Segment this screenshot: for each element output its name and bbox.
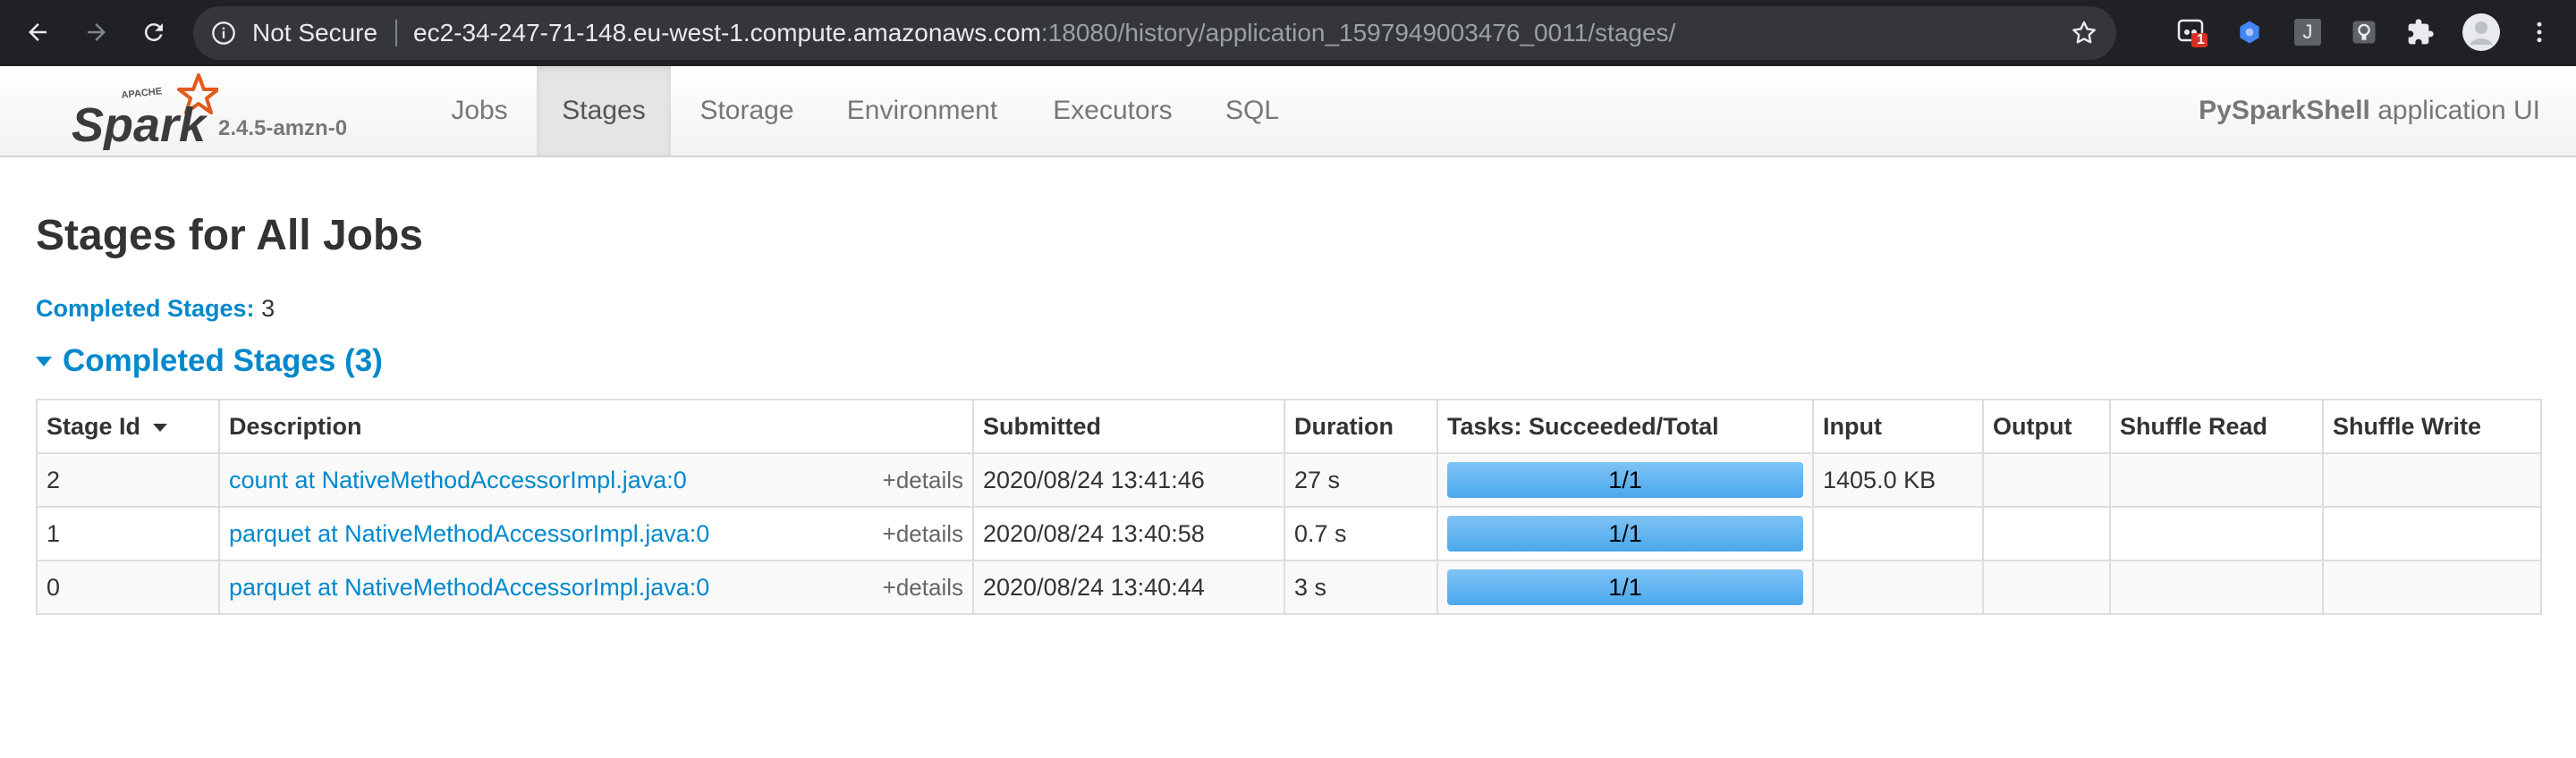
spark-navbar: APACHE Spark 2.4.5-amzn-0 Jobs Stages St… [0, 66, 2576, 157]
page-title: Stages for All Jobs [36, 212, 423, 259]
extension-j-letter: J [2294, 19, 2321, 46]
url-text[interactable]: ec2-34-247-71-148.eu-west-1.compute.amaz… [413, 19, 1675, 47]
input-cell [1812, 560, 1984, 615]
table-row: 2 count at NativeMethodAccessorImpl.java… [36, 452, 2542, 508]
completed-summary-link[interactable]: Completed Stages: [36, 295, 255, 322]
details-toggle[interactable]: +details [883, 574, 963, 602]
description-cell: parquet at NativeMethodAccessorImpl.java… [218, 506, 974, 561]
browser-toolbar: Not Secure ec2-34-247-71-148.eu-west-1.c… [0, 0, 2576, 66]
stage-description-link[interactable]: parquet at NativeMethodAccessorImpl.java… [229, 520, 709, 547]
duration-cell: 27 s [1284, 452, 1438, 508]
submitted-cell: 2020/08/24 13:40:44 [972, 560, 1285, 615]
details-toggle[interactable]: +details [883, 467, 963, 494]
col-shuffle-write[interactable]: Shuffle Write [2322, 399, 2542, 454]
address-bar[interactable]: Not Secure ec2-34-247-71-148.eu-west-1.c… [193, 6, 2116, 60]
info-icon[interactable] [211, 21, 236, 46]
completed-summary: Completed Stages: 3 [36, 295, 275, 323]
url-path: :18080/history/application_1597949003476… [1040, 19, 1676, 46]
spark-logo[interactable]: APACHE Spark [66, 72, 220, 152]
col-description[interactable]: Description [218, 399, 974, 454]
puzzle-icon[interactable] [2405, 17, 2436, 47]
section-title: Completed Stages (3) [63, 343, 383, 378]
submitted-cell: 2020/08/24 13:40:58 [972, 506, 1285, 561]
details-toggle[interactable]: +details [883, 520, 963, 548]
submitted-cell: 2020/08/24 13:41:46 [972, 452, 1285, 508]
completed-summary-count: 3 [261, 295, 275, 322]
description-cell: parquet at NativeMethodAccessorImpl.java… [218, 560, 974, 615]
caret-down-icon [36, 356, 52, 366]
tab-jobs[interactable]: Jobs [424, 66, 535, 156]
duration-cell: 0.7 s [1284, 506, 1438, 561]
security-label: Not Secure [252, 19, 378, 46]
reload-icon[interactable] [134, 13, 174, 52]
col-tasks[interactable]: Tasks: Succeeded/Total [1436, 399, 1814, 454]
stage-description-link[interactable]: parquet at NativeMethodAccessorImpl.java… [229, 574, 709, 601]
app-name: PySparkShell [2199, 96, 2370, 125]
progress-text: 1/1 [1608, 574, 1642, 601]
tasks-cell: 1/1 [1436, 560, 1814, 615]
input-cell: 1405.0 KB [1812, 452, 1984, 508]
spark-version: 2.4.5-amzn-0 [218, 116, 348, 140]
app-title: PySparkShell application UI [2199, 66, 2540, 156]
col-stage-id[interactable]: Stage Id [36, 399, 220, 454]
shuffle-write-cell [2322, 452, 2542, 508]
tab-environment[interactable]: Environment [823, 66, 1021, 156]
duration-cell: 3 s [1284, 560, 1438, 615]
tasks-progress-bar: 1/1 [1447, 569, 1803, 605]
tab-stages[interactable]: Stages [537, 66, 671, 156]
table-header-row: Stage Id Description Submitted Duration … [36, 399, 2542, 454]
url-host: ec2-34-247-71-148.eu-west-1.compute.amaz… [413, 19, 1041, 46]
profile-icon[interactable] [2462, 13, 2501, 52]
logo-spark-text: Spark [72, 98, 208, 150]
table-row: 1 parquet at NativeMethodAccessorImpl.ja… [36, 506, 2542, 561]
table-row: 0 parquet at NativeMethodAccessorImpl.ja… [36, 560, 2542, 615]
tasks-cell: 1/1 [1436, 506, 1814, 561]
tasks-cell: 1/1 [1436, 452, 1814, 508]
back-icon[interactable] [18, 13, 57, 52]
shuffle-read-cell [2109, 452, 2324, 508]
omnibox-divider [395, 20, 397, 46]
tab-executors[interactable]: Executors [1027, 66, 1199, 156]
extension-icon[interactable]: 1 [2177, 17, 2207, 47]
shuffle-read-cell [2109, 560, 2324, 615]
tasks-progress-bar: 1/1 [1447, 516, 1803, 552]
col-input[interactable]: Input [1812, 399, 1984, 454]
col-shuffle-read[interactable]: Shuffle Read [2109, 399, 2324, 454]
progress-text: 1/1 [1608, 520, 1642, 547]
stage-id-cell: 1 [36, 506, 220, 561]
shuffle-write-cell [2322, 506, 2542, 561]
col-output[interactable]: Output [1982, 399, 2111, 454]
stage-description-link[interactable]: count at NativeMethodAccessorImpl.java:0 [229, 467, 687, 493]
extension-blue-icon[interactable] [2234, 17, 2265, 47]
bulb-icon[interactable] [2349, 17, 2379, 47]
stages-table: Stage Id Description Submitted Duration … [36, 399, 2542, 615]
output-cell [1982, 452, 2111, 508]
sort-desc-icon [153, 423, 168, 432]
tasks-progress-bar: 1/1 [1447, 462, 1803, 498]
shuffle-read-cell [2109, 506, 2324, 561]
app-suffix: application UI [2369, 96, 2540, 125]
tab-storage[interactable]: Storage [678, 66, 816, 156]
extension-j-icon[interactable]: J [2292, 17, 2323, 47]
description-cell: count at NativeMethodAccessorImpl.java:0… [218, 452, 974, 508]
col-submitted[interactable]: Submitted [972, 399, 1285, 454]
stage-id-cell: 0 [36, 560, 220, 615]
shuffle-write-cell [2322, 560, 2542, 615]
output-cell [1982, 560, 2111, 615]
col-duration[interactable]: Duration [1284, 399, 1438, 454]
menu-icon[interactable] [2524, 17, 2555, 47]
output-cell [1982, 506, 2111, 561]
tab-sql[interactable]: SQL [1204, 66, 1301, 156]
star-icon[interactable] [2070, 19, 2098, 47]
stage-id-cell: 2 [36, 452, 220, 508]
progress-text: 1/1 [1608, 467, 1642, 493]
completed-stages-toggle[interactable]: Completed Stages (3) [36, 343, 383, 379]
col-stage-id-label: Stage Id [47, 412, 141, 440]
forward-icon[interactable] [77, 13, 116, 52]
extension-badge: 1 [2197, 32, 2205, 47]
input-cell [1812, 506, 1984, 561]
